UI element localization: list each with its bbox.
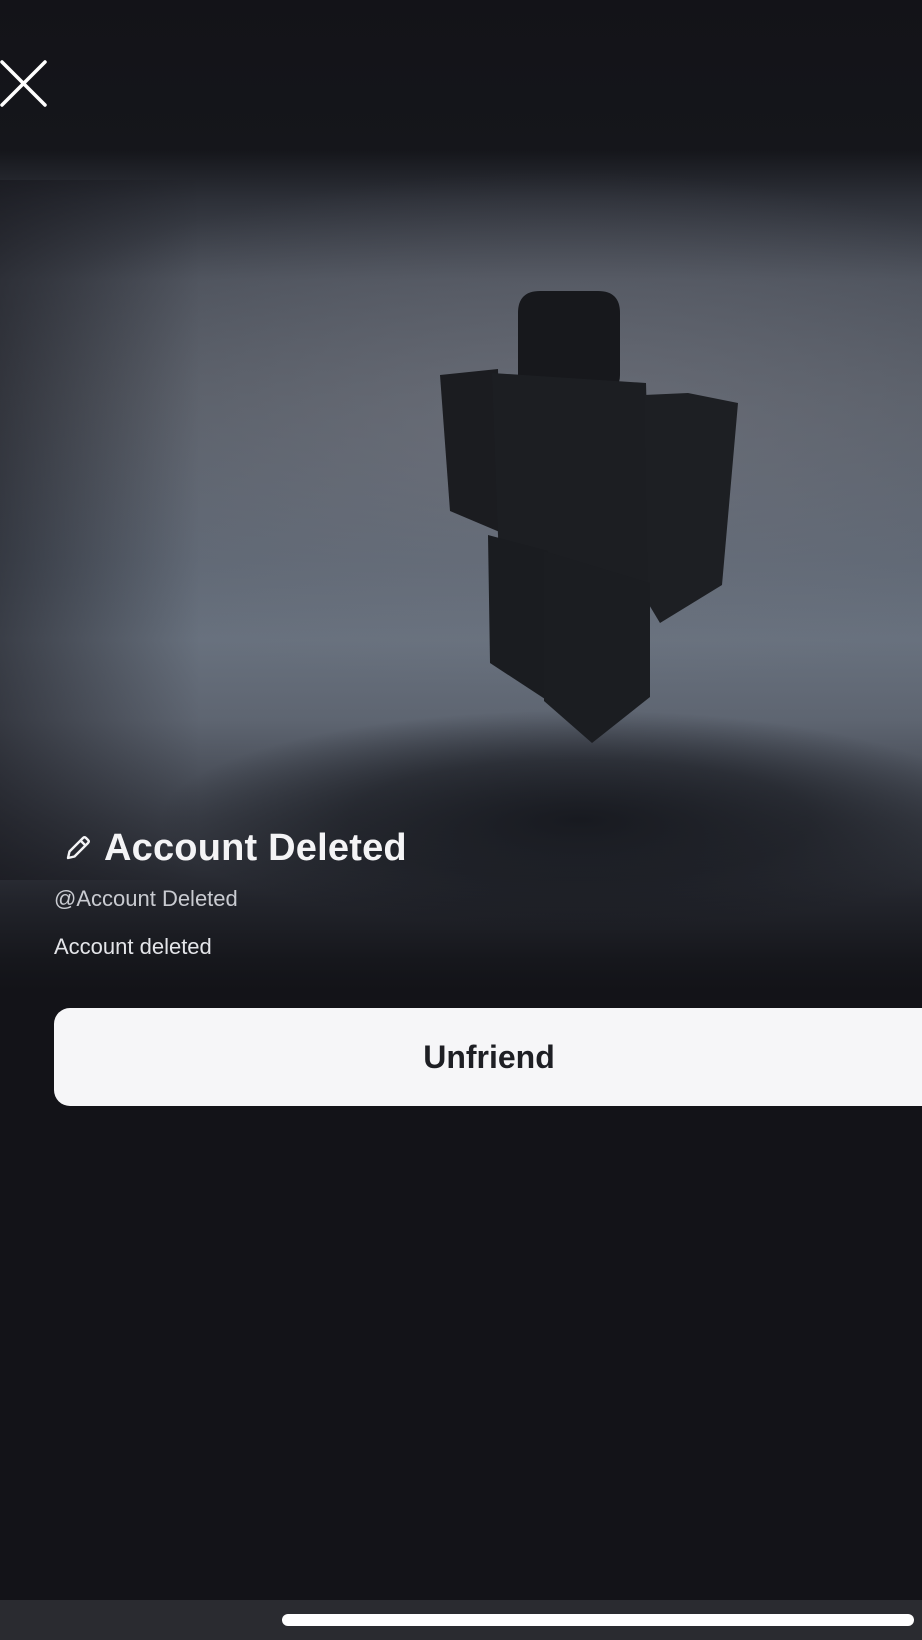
backdrop-vignette bbox=[0, 180, 200, 880]
avatar-right-arm bbox=[644, 393, 738, 623]
profile-status: Account deleted bbox=[54, 934, 212, 959]
unfriend-button-label: Unfriend bbox=[423, 1038, 555, 1075]
avatar-right-leg bbox=[544, 551, 650, 743]
display-name: Account Deleted bbox=[104, 827, 407, 869]
username: @Account Deleted bbox=[54, 886, 238, 911]
avatar-left-arm bbox=[440, 369, 502, 533]
close-icon bbox=[0, 60, 47, 107]
pencil-icon[interactable] bbox=[62, 832, 94, 864]
display-name-row: Account Deleted bbox=[54, 822, 914, 874]
avatar-figure bbox=[440, 291, 738, 743]
profile-info: Account Deleted @Account Deleted Account… bbox=[54, 822, 914, 962]
unfriend-button[interactable]: Unfriend bbox=[54, 1008, 922, 1106]
home-indicator[interactable] bbox=[282, 1614, 914, 1626]
close-button[interactable] bbox=[0, 60, 48, 108]
avatar-left-leg bbox=[488, 535, 548, 701]
profile-screen: Account Deleted @Account Deleted Account… bbox=[0, 0, 922, 1640]
